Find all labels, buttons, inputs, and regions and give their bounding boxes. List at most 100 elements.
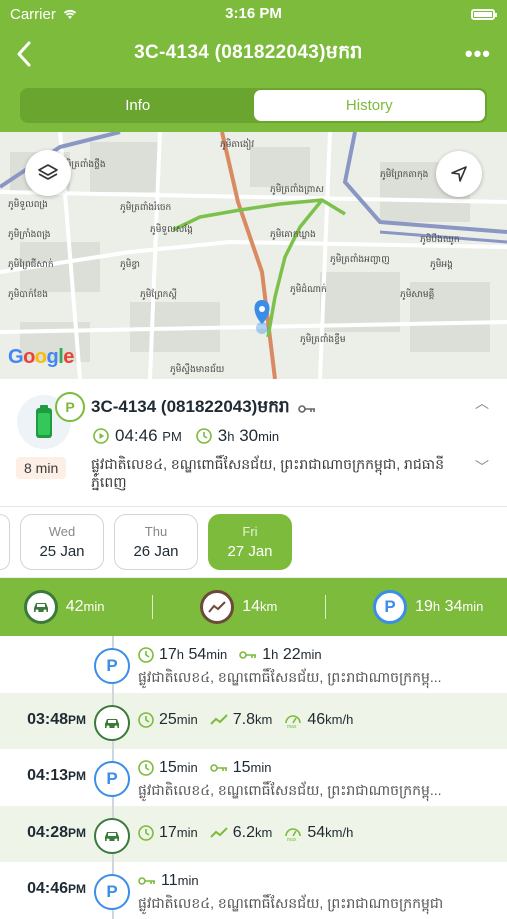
map-label: ភូមិខ្វា	[120, 258, 140, 270]
map-label: ភូមិស្ទឹងមានជ័យ	[170, 363, 225, 375]
status-bar: Carrier 3:16 PM	[0, 0, 507, 28]
google-logo: Google	[8, 346, 74, 368]
back-chevron-icon[interactable]	[16, 41, 32, 67]
park-time-summary: P 19h 34min	[373, 590, 483, 624]
divider	[151, 595, 153, 619]
clock-icon	[138, 647, 154, 663]
trend-icon	[210, 827, 228, 838]
chevron-down-icon[interactable]: ﹀	[475, 457, 489, 477]
trip-duration: 3h 30min	[217, 426, 280, 445]
row-address: ផ្លូវជាតិលេខ៤, ខណ្ឌពោធិ៍សែនជ័យ, ព្រះរាជា…	[138, 782, 442, 798]
battery-icon	[471, 8, 497, 20]
vehicle-address: ផ្លូវជាតិលេខ៤, ខណ្ឌពោធិ៍សែនជ័យ, ព្រះរាជា…	[91, 456, 444, 490]
tab-history[interactable]: History	[253, 90, 485, 121]
svg-text:max: max	[287, 837, 297, 841]
key-icon	[297, 404, 315, 413]
my-location-button[interactable]	[436, 151, 482, 197]
map-label: ភូមិព្រៃជីសាក់	[8, 258, 54, 270]
tab-info[interactable]: Info	[22, 90, 254, 121]
map-label: ភូមិព្រែកស្ដី	[140, 288, 177, 300]
map-canvas: ភូមិត្រពាំងថ្លឹង ភូមិតាងៀវ ភូមិព្រែកតាកុ…	[0, 132, 507, 379]
clock-icon	[138, 760, 154, 776]
map-label: ភូមិទួលពង្រ	[8, 198, 48, 210]
engine-on-duration: 15min	[209, 759, 272, 777]
clock: 3:16 PM	[225, 5, 282, 22]
history-list: P 17h 54min 1h 22min ផ្លូវជាតិលេខ៤, ខណ្ឌ…	[0, 636, 507, 919]
clock-icon	[138, 825, 154, 841]
map-label: ភូមិត្រពាំងរំចេក	[120, 201, 172, 213]
wifi-icon	[63, 9, 76, 19]
map-label: ភូមិតាងៀវ	[220, 138, 254, 150]
key-icon	[209, 764, 227, 772]
key-icon	[239, 651, 257, 659]
map-label: ភូមិក្រាំងពង្រ	[8, 228, 51, 240]
divider	[324, 595, 326, 619]
speedometer-icon: max	[285, 715, 302, 728]
list-item[interactable]: 04:28PM 17min 6.2km max 54km/h	[0, 806, 507, 862]
daily-summary: 42min 14km P 19h 34min	[0, 578, 507, 636]
trend-chart-icon	[200, 590, 235, 624]
map-view[interactable]: ភូមិត្រពាំងថ្លឹង ភូមិតាងៀវ ភូមិព្រែកតាកុ…	[0, 132, 507, 379]
layers-button[interactable]	[25, 150, 71, 196]
trend-icon	[210, 714, 228, 725]
battery-vehicle-icon	[36, 405, 52, 438]
max-speed: max 46km/h	[284, 711, 353, 729]
row-address: ផ្លូវជាតិលេខ៤, ខណ្ឌពោធិ៍សែនជ័យ, ព្រះរាជា…	[138, 669, 442, 685]
car-icon	[23, 590, 58, 624]
start-time: 04:46 PM	[115, 426, 182, 445]
vehicle-plate-text: 3C-4134 (081822043)មករា	[91, 397, 290, 416]
parked-status-badge: P	[55, 392, 85, 422]
drive-duration: 17min	[138, 824, 198, 842]
parking-icon: P	[94, 648, 130, 684]
svg-text:max: max	[287, 724, 297, 728]
date-selector: Wed 25 Jan Thu 26 Jan Fri 27 Jan	[0, 507, 507, 578]
map-label: ភូមិអង្គ	[430, 258, 453, 270]
key-icon	[138, 877, 155, 885]
duration-badge: 8 min	[16, 457, 67, 479]
row-time: 04:13PM	[27, 767, 86, 784]
list-item[interactable]: P 17h 54min 1h 22min ផ្លូវជាតិលេខ៤, ខណ្ឌ…	[0, 636, 507, 693]
distance-summary: 14km	[200, 590, 277, 624]
clock-icon	[195, 428, 212, 444]
map-label: ភូមិគោកឃ្លាង	[270, 228, 316, 240]
parking-icon: P	[94, 874, 130, 910]
map-label: ភូមិដំណាក់	[290, 283, 327, 295]
vehicle-card[interactable]: P 8 min 3C-4134 (081822043)មករា 04:46 PM…	[0, 379, 507, 507]
car-icon	[94, 705, 130, 741]
list-item[interactable]: 03:48PM 25min 7.8km max 46km/h	[0, 693, 507, 749]
clock-icon	[138, 712, 154, 728]
map-label: ភូមិសាមគ្គី	[400, 288, 435, 300]
date-item-wed[interactable]: Wed 25 Jan	[20, 514, 104, 570]
more-options-icon[interactable]: •••	[465, 41, 491, 67]
parking-icon: P	[94, 761, 130, 797]
parking-duration: 17h 54min	[138, 646, 227, 664]
engine-on-duration: 1h 22min	[239, 646, 322, 664]
navbar: 3C-4134 (081822043)មករា •••	[0, 28, 507, 80]
speedometer-icon: max	[285, 828, 302, 841]
play-circle-icon	[93, 428, 109, 444]
date-item-fri[interactable]: Fri 27 Jan	[208, 514, 292, 570]
map-label: ភូមិត្រពាំងខ្ទឹម	[300, 333, 346, 345]
row-time	[0, 636, 86, 693]
list-item[interactable]: 04:46PM P 11min ផ្លូវជាតិលេខ៤, ខណ្ឌពោធិ៍…	[0, 862, 507, 919]
segmented-control: Info History	[20, 88, 487, 123]
map-label: ភូមិបឹងឈូក	[420, 233, 460, 245]
carrier-label: Carrier	[10, 5, 56, 23]
chevron-up-icon[interactable]: ︿	[475, 393, 489, 413]
row-time: 03:48PM	[27, 711, 86, 728]
drive-distance: 6.2km	[210, 824, 272, 842]
date-item-thu[interactable]: Thu 26 Jan	[114, 514, 198, 570]
layers-icon	[38, 164, 58, 180]
page-title: 3C-4134 (081822043)មករា	[134, 42, 363, 63]
max-speed: max 54km/h	[284, 824, 353, 842]
top-header: Carrier 3:16 PM 3C-4134 (081822043)មករា …	[0, 0, 507, 132]
date-item-previous[interactable]	[0, 514, 10, 570]
drive-duration: 25min	[138, 711, 198, 729]
map-label: ភូមិបាក់ខែង	[8, 288, 48, 300]
row-address: ផ្លូវជាតិលេខ៤, ខណ្ឌពោធិ៍សែនជ័យ, ព្រះរាជា…	[138, 895, 444, 911]
navigation-arrow-icon	[451, 166, 467, 182]
list-item[interactable]: 04:13PM P 15min 15min ផ្លូវជាតិលេខ៤, ខណ្…	[0, 749, 507, 806]
parking-duration: 15min	[138, 759, 198, 777]
map-label: ភូមិព្រែកតាកុង	[380, 168, 428, 180]
vehicle-plate: 3C-4134 (081822043)មករា	[91, 396, 316, 421]
